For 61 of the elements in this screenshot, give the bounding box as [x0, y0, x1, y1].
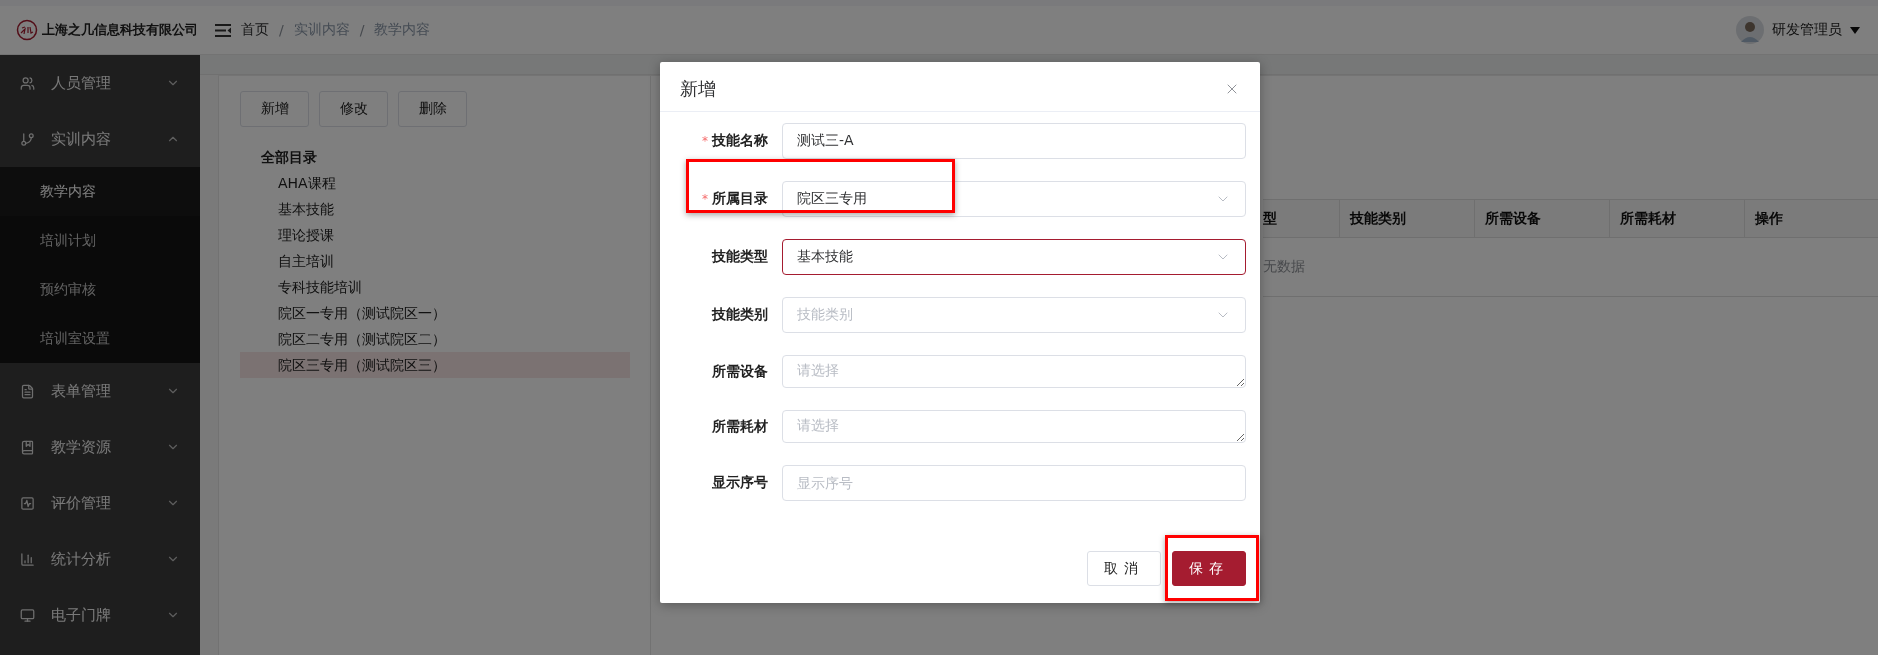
menu-item[interactable]: 电子门牌 — [0, 587, 200, 643]
field-label: 所需耗材 — [712, 417, 768, 436]
tree-node[interactable]: 自主培训 — [240, 248, 630, 274]
company-name: 上海之几信息科技有限公司 — [42, 21, 198, 39]
field-label: 技能类别 — [712, 306, 768, 324]
input-field[interactable]: 测试三-A — [782, 123, 1246, 159]
menu-item[interactable]: 实训内容 — [0, 111, 200, 167]
tree-node[interactable]: 理论授课 — [240, 222, 630, 248]
column-header: 型 — [1263, 208, 1278, 228]
column-header: 所需耗材 — [1609, 200, 1744, 237]
field-label: 技能名称 — [712, 132, 768, 150]
input-field[interactable]: 显示序号 — [782, 465, 1246, 501]
dialog-title: 新增 — [680, 76, 716, 101]
breadcrumb-separator: / — [279, 22, 284, 38]
menu-item[interactable]: 人员管理 — [0, 55, 200, 111]
menu-item[interactable]: 统计分析 — [0, 531, 200, 587]
tree-node[interactable]: 院区二专用（测试院区二） — [240, 326, 630, 352]
menu-item[interactable]: 评价管理 — [0, 475, 200, 531]
activity-icon — [20, 495, 35, 511]
menu-item[interactable]: 表单管理 — [0, 363, 200, 419]
tree-node[interactable]: 基本技能 — [240, 196, 630, 222]
branch-icon — [20, 131, 35, 147]
required-mark: * — [702, 134, 708, 148]
tree-node[interactable]: 院区一专用（测试院区一） — [240, 300, 630, 326]
bar-chart-icon — [20, 551, 35, 567]
column-header: 技能类别 — [1339, 200, 1474, 237]
column-header: 所需设备 — [1474, 200, 1609, 237]
field-label: 技能类型 — [712, 248, 768, 266]
textarea-field[interactable]: 请选择 — [782, 355, 1246, 388]
tree-root[interactable]: 全部目录 — [240, 144, 630, 170]
avatar-icon[interactable] — [1736, 16, 1764, 44]
logo-icon — [16, 19, 38, 41]
submenu-item[interactable]: 培训计划 — [0, 216, 200, 265]
tree-node[interactable]: AHA课程 — [240, 170, 630, 196]
breadcrumb-item[interactable]: 首页 — [241, 21, 269, 39]
select-field[interactable]: 院区三专用 — [782, 181, 1246, 217]
submenu-item[interactable]: 预约审核 — [0, 265, 200, 314]
submenu-item[interactable]: 培训室设置 — [0, 314, 200, 363]
save-button[interactable]: 保存 — [1172, 551, 1246, 586]
book-icon — [20, 439, 35, 455]
user-name[interactable]: 研发管理员 — [1772, 21, 1842, 39]
select-field[interactable]: 基本技能 — [782, 239, 1246, 275]
caret-icon[interactable] — [1850, 26, 1860, 34]
field-label: 显示序号 — [712, 474, 768, 492]
menu-item[interactable]: 教学资源 — [0, 419, 200, 475]
field-label: 所需设备 — [712, 362, 768, 381]
monitor-icon — [20, 607, 35, 623]
document-icon — [20, 383, 35, 399]
cancel-button[interactable]: 取消 — [1087, 551, 1161, 586]
breadcrumb-separator: / — [359, 22, 365, 38]
tree-node[interactable]: 院区三专用（测试院区三） — [240, 352, 630, 378]
toolbar-button[interactable]: 删除 — [398, 91, 467, 127]
toolbar-button[interactable]: 修改 — [319, 91, 388, 127]
tree-node[interactable]: 专科技能培训 — [240, 274, 630, 300]
column-header: 操作 — [1744, 200, 1878, 237]
users-icon — [20, 75, 35, 91]
field-label: 所属目录 — [712, 190, 768, 208]
toolbar-button[interactable]: 新增 — [240, 91, 309, 127]
textarea-field[interactable]: 请选择 — [782, 410, 1246, 443]
required-mark: * — [702, 192, 708, 206]
menu-icon[interactable] — [215, 23, 231, 37]
